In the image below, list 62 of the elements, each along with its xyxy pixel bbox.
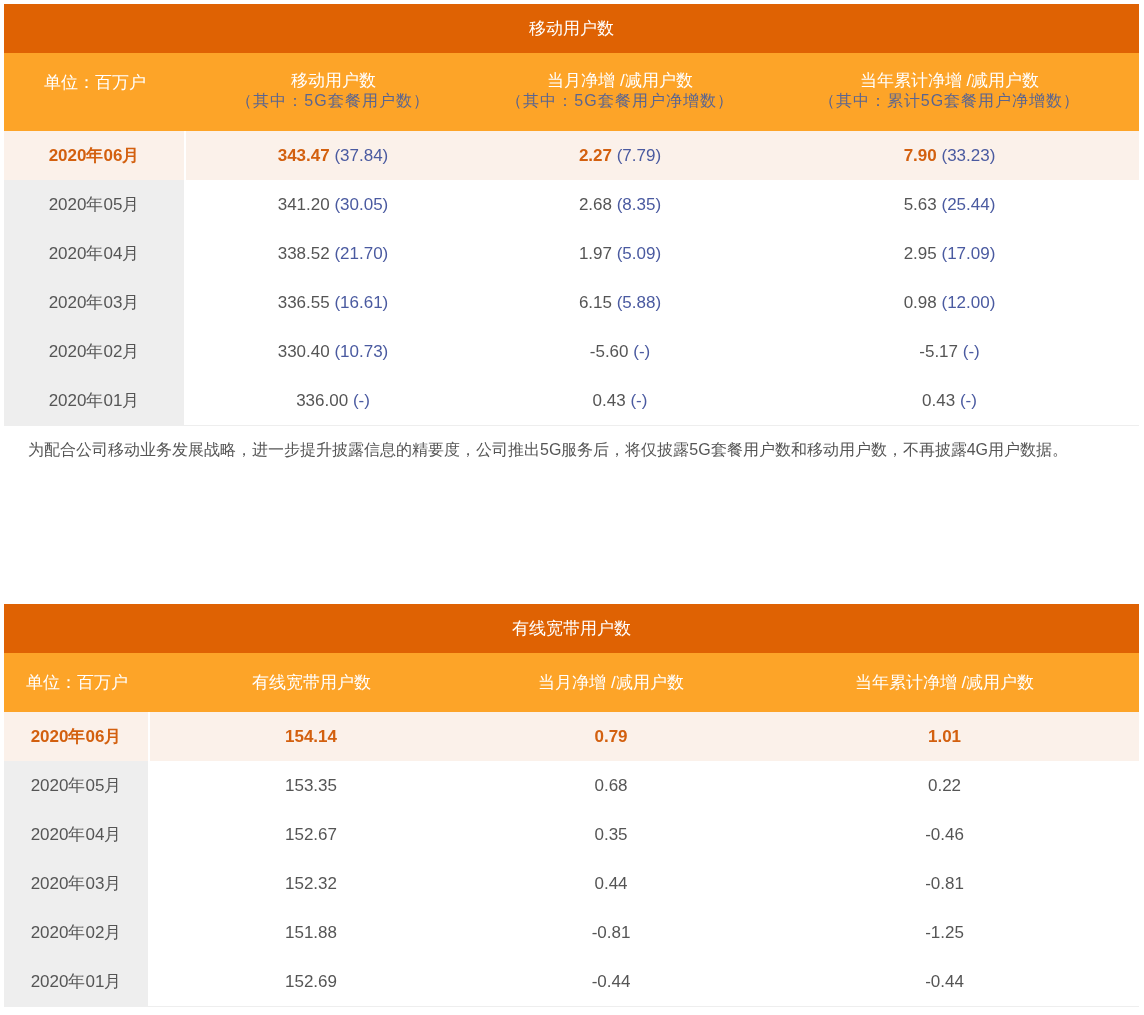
table-cell: 343.47 (37.84) [277, 145, 389, 166]
table-cell: 0.98 (12.00) [903, 292, 996, 313]
table-cell: -5.60 (-) [589, 341, 651, 362]
table-cell: 6.15 (5.88) [578, 292, 662, 313]
table-cell: 0.79 [594, 726, 628, 747]
table-cell: 2.68 (8.35) [578, 194, 662, 215]
table-cell-text: 2020年05月 [30, 775, 122, 797]
column-header: 单位：百万户 [44, 73, 146, 93]
table-cell: -0.44 [925, 971, 964, 992]
table-cell: -0.46 [925, 824, 964, 845]
table-cell-text: 2020年05月 [48, 194, 140, 216]
column-subheader: （其中：5G套餐用户数） [236, 91, 430, 111]
table-cell: 338.52 (21.70) [277, 243, 389, 264]
table-cell: 154.14 [285, 726, 337, 747]
table-cell: 2.95 (17.09) [903, 243, 996, 264]
column-header: 当年累计净增 /减用户数 [854, 672, 1035, 693]
table-cell: 336.55 (16.61) [277, 292, 389, 313]
column-header: 当月净增 /减用户数 [547, 71, 693, 91]
table-cell-text: 2020年03月 [48, 292, 140, 314]
table-cell: -0.81 [925, 873, 964, 894]
column-header: 单位：百万户 [26, 672, 128, 693]
table-cell: -5.17 (-) [919, 341, 980, 362]
table-cell-text: 2020年06月 [30, 726, 122, 748]
table-cell-text: 2020年02月 [30, 922, 122, 944]
table-cell: 7.90 (33.23) [903, 145, 996, 166]
table-cell: 1.01 [927, 726, 962, 747]
table-cell: 0.22 [927, 775, 962, 796]
table-cell: 152.32 [285, 873, 337, 894]
column-header: 有线宽带用户数 [251, 672, 371, 693]
table-cell-text: 2020年06月 [48, 145, 140, 167]
table-cell: -0.81 [591, 922, 631, 943]
table-cell: -0.44 [591, 971, 631, 992]
table-cell: 0.68 [594, 775, 628, 796]
table-cell: 0.35 [594, 824, 628, 845]
table-title: 有线宽带用户数 [4, 604, 1139, 653]
table-cell-text: 2020年04月 [30, 824, 122, 846]
column-header: 当月净增 /减用户数 [538, 672, 684, 693]
table-cell: -1.25 [925, 922, 964, 943]
column-subheader: （其中：5G套餐用户净增数） [506, 91, 734, 111]
footnote: 为配合公司移动业务发展战略，进一步提升披露信息的精要度，公司推出5G服务后，将仅披露5G套餐用户数和移动用户数，不再披露4G用户数据。 [28, 440, 1070, 460]
table-cell: 152.69 [285, 971, 337, 992]
column-header: 当年累计净增 /减用户数 [859, 71, 1040, 91]
column-subheader: （其中：累计5G套餐用户净增数） [818, 91, 1081, 111]
table-cell: 2.27 (7.79) [578, 145, 662, 166]
table-cell-text: 2020年01月 [30, 971, 122, 993]
table-cell-text: 2020年04月 [48, 243, 140, 265]
table-cell: 330.40 (10.73) [277, 341, 389, 362]
table-cell: 5.63 (25.44) [903, 194, 996, 215]
table-cell: 0.43 (-) [592, 390, 648, 411]
column-header: 移动用户数 [290, 71, 376, 91]
table-cell: 0.43 (-) [922, 390, 977, 411]
table-cell-text: 2020年02月 [48, 341, 140, 363]
table-title: 移动用户数 [4, 4, 1139, 53]
table-cell-text: 2020年01月 [48, 390, 140, 412]
table-cell-text: 2020年03月 [30, 873, 122, 895]
table-cell: 152.67 [285, 824, 337, 845]
table-cell: 341.20 (30.05) [277, 194, 389, 215]
table-cell: 336.00 (-) [296, 390, 370, 411]
table-cell: 1.97 (5.09) [578, 243, 662, 264]
table-cell: 151.88 [285, 922, 337, 943]
table-cell: 0.44 [594, 873, 628, 894]
table-cell: 153.35 [285, 775, 337, 796]
